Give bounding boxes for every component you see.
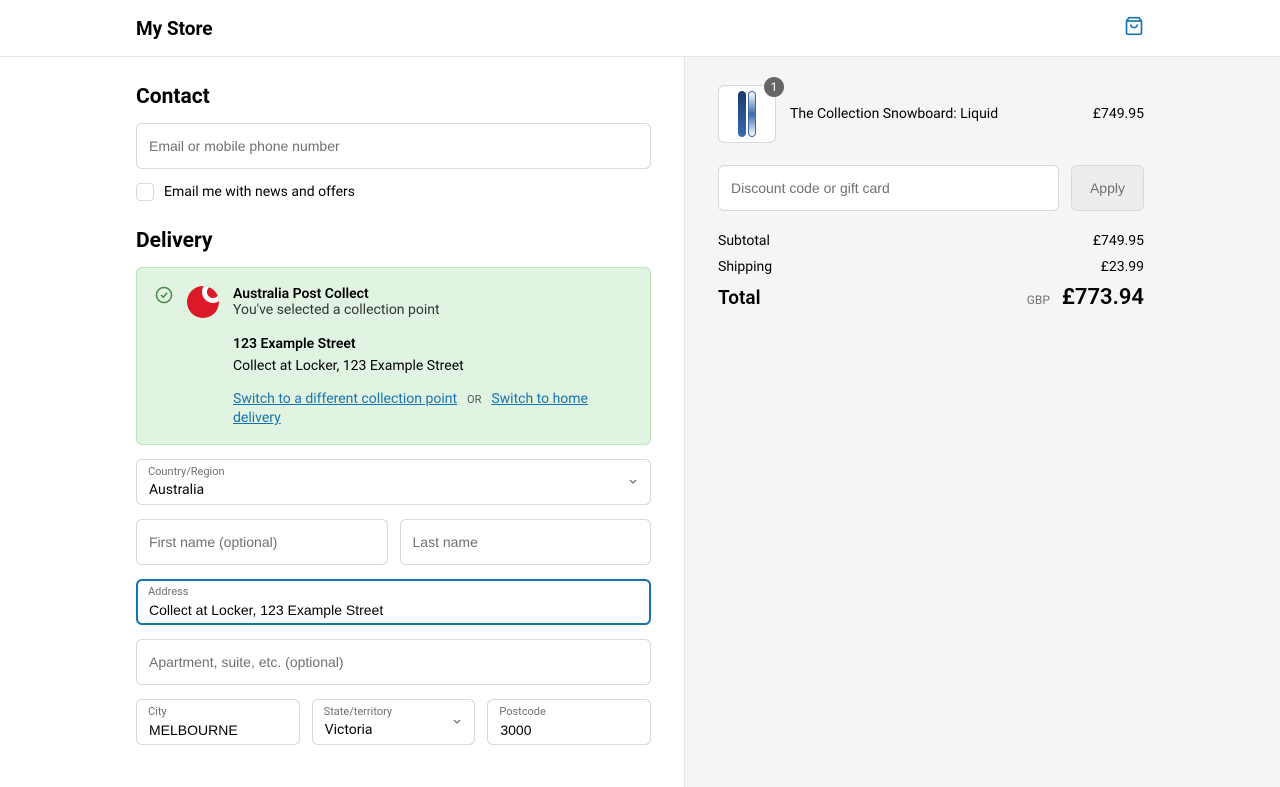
apply-button[interactable]: Apply xyxy=(1071,165,1144,211)
address-field[interactable] xyxy=(136,579,651,625)
total-label: Total xyxy=(718,286,761,309)
header: My Store xyxy=(0,0,1280,57)
cart-item: 1 The Collection Snowboard: Liquid £749.… xyxy=(718,85,1144,143)
checkout-form: Contact Email me with news and offers De… xyxy=(0,57,684,787)
check-circle-icon xyxy=(155,286,173,308)
city-label: City xyxy=(148,705,167,718)
postcode-label: Postcode xyxy=(499,705,546,718)
switch-collection-link[interactable]: Switch to a different collection point xyxy=(233,391,457,407)
delivery-heading: Delivery xyxy=(136,229,651,253)
news-label: Email me with news and offers xyxy=(164,184,355,200)
collection-point-box: Australia Post Collect You've selected a… xyxy=(136,267,651,445)
total-amount: £773.94 xyxy=(1062,285,1144,310)
or-text: OR xyxy=(467,393,481,406)
shipping-label: Shipping xyxy=(718,259,772,275)
email-field[interactable] xyxy=(136,123,651,169)
news-checkbox[interactable] xyxy=(136,183,154,201)
last-name-field[interactable] xyxy=(400,519,652,565)
product-name: The Collection Snowboard: Liquid xyxy=(790,106,1079,122)
collect-address-desc: Collect at Locker, 123 Example Street xyxy=(233,358,632,374)
country-label: Country/Region xyxy=(148,465,225,478)
collect-subtitle: You've selected a collection point xyxy=(233,302,440,318)
order-summary: 1 The Collection Snowboard: Liquid £749.… xyxy=(684,57,1280,787)
first-name-field[interactable] xyxy=(136,519,388,565)
collect-address-title: 123 Example Street xyxy=(233,336,632,352)
address-label: Address xyxy=(148,585,188,598)
quantity-badge: 1 xyxy=(764,77,784,97)
discount-input[interactable] xyxy=(718,165,1059,211)
total-currency: GBP xyxy=(1027,293,1050,307)
cart-icon[interactable] xyxy=(1124,16,1144,40)
shipping-value: £23.99 xyxy=(1101,259,1144,275)
contact-heading: Contact xyxy=(136,85,651,109)
store-name[interactable]: My Store xyxy=(136,17,213,40)
state-label: State/territory xyxy=(324,705,392,718)
product-price: £749.95 xyxy=(1093,106,1144,122)
subtotal-value: £749.95 xyxy=(1093,233,1144,249)
australia-post-icon xyxy=(187,286,219,318)
apartment-field[interactable] xyxy=(136,639,651,685)
collect-title: Australia Post Collect xyxy=(233,286,440,302)
subtotal-label: Subtotal xyxy=(718,233,770,249)
